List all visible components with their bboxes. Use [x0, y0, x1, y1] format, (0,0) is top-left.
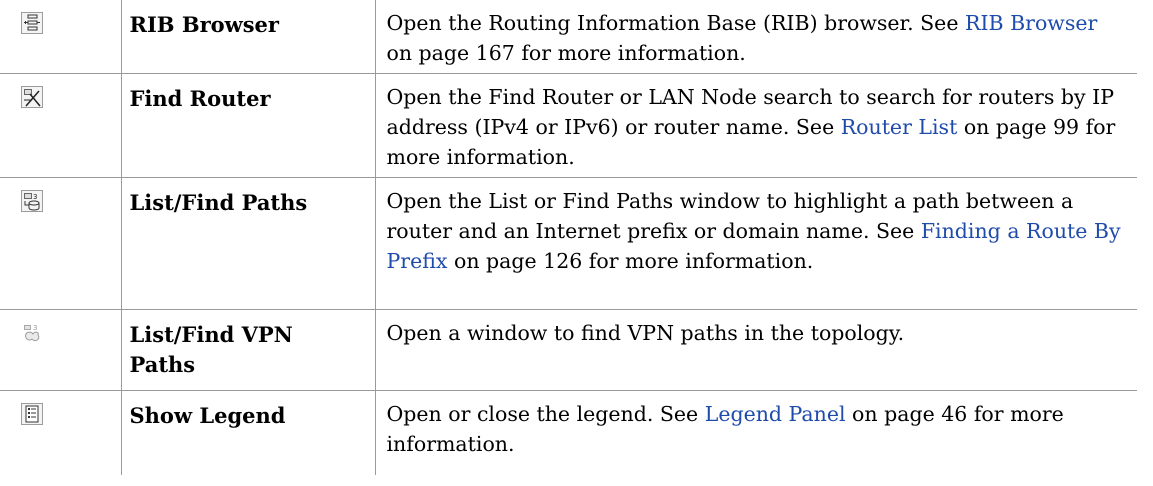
- row-name: List/Find Paths: [129, 190, 308, 215]
- row-name: RIB Browser: [129, 12, 279, 37]
- cross-reference-link[interactable]: RIB Browser: [965, 11, 1097, 35]
- icon-cell: [0, 0, 122, 74]
- svg-text:3: 3: [33, 193, 37, 201]
- cross-reference-link[interactable]: Router List: [841, 115, 958, 139]
- row-description: Open the Find Router or LAN Node search …: [386, 85, 1116, 169]
- svg-text:3: 3: [33, 324, 37, 332]
- table-row: 3 List/Find Paths Open the List or Find …: [0, 177, 1137, 310]
- row-description: Open the Routing Information Base (RIB) …: [386, 11, 1098, 65]
- table-row: Find Router Open the Find Router or LAN …: [0, 73, 1137, 178]
- icon-cell: [0, 390, 122, 475]
- table-row: RIB Browser Open the Routing Information…: [0, 0, 1137, 74]
- row-description: Open the List or Find Paths window to hi…: [386, 189, 1121, 273]
- find-router-icon: [21, 86, 43, 108]
- table-row: Show Legend Open or close the legend. Se…: [0, 390, 1137, 475]
- row-description: Open a window to find VPN paths in the t…: [386, 321, 905, 345]
- row-description: Open or close the legend. See Legend Pan…: [386, 402, 1064, 456]
- icon-cell: 3: [0, 309, 122, 391]
- cross-reference-link[interactable]: Legend Panel: [705, 402, 846, 426]
- list-find-paths-icon: 3: [21, 190, 43, 212]
- show-legend-icon: [21, 403, 43, 425]
- row-name: Find Router: [129, 86, 271, 111]
- table-row: 3 List/Find VPN Paths Open a window to f…: [0, 309, 1137, 391]
- rib-browser-icon: [21, 12, 43, 34]
- toolbar-reference-table: RIB Browser Open the Routing Information…: [0, 0, 1137, 475]
- row-name: List/Find VPN Paths: [129, 322, 293, 377]
- icon-cell: 3: [0, 177, 122, 310]
- row-name: Show Legend: [129, 403, 286, 428]
- icon-cell: [0, 73, 122, 178]
- list-find-vpn-paths-icon: 3: [24, 324, 40, 342]
